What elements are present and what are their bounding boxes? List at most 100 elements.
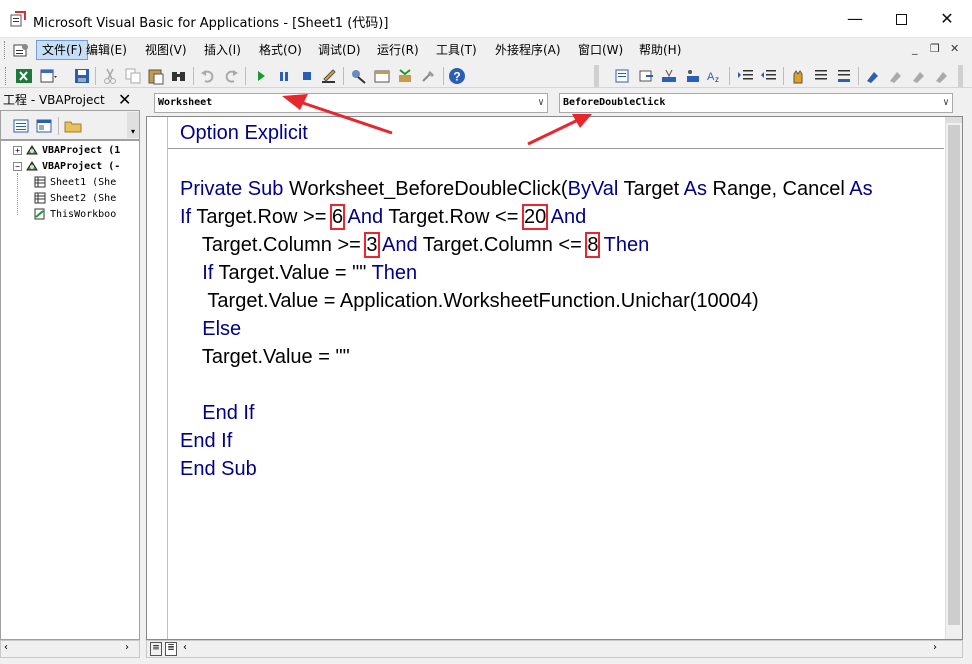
- toggle-bookmark-icon[interactable]: [864, 67, 882, 85]
- paste-icon[interactable]: [147, 67, 165, 85]
- tree-item[interactable]: Sheet2 (She: [33, 192, 139, 206]
- complete-word-icon[interactable]: Az: [706, 67, 724, 85]
- code-margin-indicator-bar[interactable]: [147, 117, 168, 639]
- tree-item[interactable]: + VBAProject (1: [13, 144, 139, 158]
- toolbar-overflow[interactable]: [958, 65, 963, 87]
- insert-userform-icon[interactable]: [39, 67, 57, 85]
- full-module-view-icon[interactable]: ≣: [165, 642, 177, 656]
- object-dropdown[interactable]: Worksheet ∨: [154, 93, 548, 113]
- code-keyword: If: [180, 206, 192, 228]
- view-code-icon[interactable]: [12, 118, 30, 134]
- code-line[interactable]: End If: [180, 400, 254, 426]
- find-icon[interactable]: [170, 67, 188, 85]
- procedure-dropdown[interactable]: BeforeDoubleClick ∨: [559, 93, 953, 113]
- code-keyword: Then: [371, 262, 418, 284]
- vba-project-icon: [26, 161, 38, 171]
- menu-item[interactable]: 格式(O): [254, 40, 307, 60]
- worksheet-icon: [34, 176, 46, 188]
- mdi-close-button[interactable]: ✕: [950, 42, 959, 55]
- chevron-down-icon[interactable]: ∨: [538, 94, 544, 112]
- excel-icon[interactable]: [15, 67, 33, 85]
- standard-toolbar: ? Az: [0, 63, 972, 88]
- toolbox-icon[interactable]: [420, 67, 438, 85]
- tree-expander-icon[interactable]: −: [13, 161, 22, 171]
- pane-toolbar-overflow[interactable]: ▾: [127, 112, 139, 138]
- toggle-folders-icon[interactable]: [64, 118, 82, 134]
- save-icon[interactable]: [73, 67, 91, 85]
- close-button[interactable]: ✕: [924, 0, 970, 38]
- tree-item[interactable]: ThisWorkboo: [33, 208, 139, 222]
- chevron-down-icon[interactable]: ∨: [943, 94, 949, 112]
- mdi-minimize-button[interactable]: _: [912, 42, 918, 55]
- indent-icon[interactable]: [737, 67, 755, 85]
- break-icon[interactable]: [275, 67, 293, 85]
- copy-icon[interactable]: [124, 67, 142, 85]
- properties-icon[interactable]: [373, 67, 391, 85]
- object-browser-icon[interactable]: [396, 67, 414, 85]
- code-line[interactable]: Else: [180, 316, 241, 342]
- procedure-dropdown-value: BeforeDoubleClick: [563, 97, 666, 108]
- scroll-right-arrow-icon[interactable]: ›: [933, 642, 937, 653]
- code-line[interactable]: Private Sub Worksheet_BeforeDoubleClick(…: [180, 176, 873, 202]
- vertical-scroll-thumb[interactable]: [948, 125, 960, 625]
- cut-icon[interactable]: [101, 67, 119, 85]
- view-object-icon[interactable]: [35, 118, 53, 134]
- code-line[interactable]: Target.Value = Application.WorksheetFunc…: [180, 288, 758, 314]
- design-mode-icon[interactable]: [320, 67, 338, 85]
- menu-item[interactable]: 工具(T): [431, 40, 482, 60]
- uncomment-block-icon[interactable]: [835, 67, 853, 85]
- code-horizontal-scrollbar[interactable]: ≡ ≣ ‹ ›: [146, 640, 963, 658]
- outdent-icon[interactable]: [760, 67, 778, 85]
- project-tree-hscroll[interactable]: ‹ ›: [0, 640, 140, 658]
- project-explorer-icon[interactable]: [350, 67, 368, 85]
- quick-info-icon[interactable]: [660, 67, 678, 85]
- menu-item[interactable]: 窗口(W): [573, 40, 628, 60]
- procedure-view-icon[interactable]: ≡: [150, 642, 162, 656]
- toggle-breakpoint-icon[interactable]: [789, 67, 807, 85]
- code-line[interactable]: If Target.Value = "" Then: [180, 260, 417, 286]
- maximize-button[interactable]: [878, 0, 924, 38]
- list-properties-icon[interactable]: [613, 67, 631, 85]
- menu-item[interactable]: 外接程序(A): [490, 40, 566, 60]
- menu-item[interactable]: 运行(R): [372, 40, 424, 60]
- clear-bookmarks-icon[interactable]: [933, 67, 951, 85]
- toolbar-separator: [245, 67, 246, 85]
- menu-item[interactable]: 插入(I): [199, 40, 246, 60]
- reset-icon[interactable]: [298, 67, 316, 85]
- menu-item[interactable]: 视图(V): [140, 40, 192, 60]
- code-line[interactable]: Option Explicit: [180, 120, 308, 146]
- menu-item[interactable]: 调试(D): [313, 40, 366, 60]
- code-window-splitter[interactable]: [946, 117, 962, 123]
- code-line[interactable]: Target.Value = "": [180, 344, 350, 370]
- menu-bar: 文件(F) 编辑(E) 视图(V) 插入(I) 格式(O) 调试(D) 运行(R) 工具(T)…: [0, 38, 972, 62]
- next-bookmark-icon[interactable]: [887, 67, 905, 85]
- code-line[interactable]: If Target.Row >= 6 And Target.Row <= 20 …: [180, 204, 586, 230]
- code-line[interactable]: End Sub: [180, 456, 257, 482]
- toolbar-grip[interactable]: [5, 67, 6, 85]
- scroll-right-arrow-icon[interactable]: ›: [125, 642, 129, 653]
- parameter-info-icon[interactable]: [684, 67, 702, 85]
- mdi-restore-button[interactable]: ❐: [930, 42, 940, 55]
- tree-item[interactable]: − VBAProject (-: [13, 160, 139, 174]
- run-icon[interactable]: [252, 67, 270, 85]
- menu-grip[interactable]: [4, 41, 7, 59]
- project-explorer-close-button[interactable]: ✕: [118, 90, 131, 109]
- code-window-icon[interactable]: [12, 42, 30, 58]
- tree-item[interactable]: Sheet1 (She: [33, 176, 139, 190]
- code-line[interactable]: End If: [180, 428, 232, 454]
- comment-block-icon[interactable]: [812, 67, 830, 85]
- previous-bookmark-icon[interactable]: [910, 67, 928, 85]
- help-icon[interactable]: ?: [448, 67, 466, 85]
- undo-icon[interactable]: [199, 67, 217, 85]
- scroll-left-arrow-icon[interactable]: ‹: [4, 642, 8, 653]
- scroll-left-arrow-icon[interactable]: ‹: [183, 642, 187, 653]
- toolbar-overflow[interactable]: [594, 65, 599, 87]
- redo-icon[interactable]: [222, 67, 240, 85]
- tree-expander-icon[interactable]: +: [13, 145, 22, 155]
- list-constants-icon[interactable]: [637, 67, 655, 85]
- code-line[interactable]: Target.Column >= 3 And Target.Column <= …: [180, 232, 649, 258]
- menu-item[interactable]: 编辑(E): [81, 40, 132, 60]
- code-vertical-scrollbar[interactable]: [945, 117, 962, 639]
- menu-item[interactable]: 帮助(H): [634, 40, 686, 60]
- minimize-button[interactable]: —: [832, 0, 878, 38]
